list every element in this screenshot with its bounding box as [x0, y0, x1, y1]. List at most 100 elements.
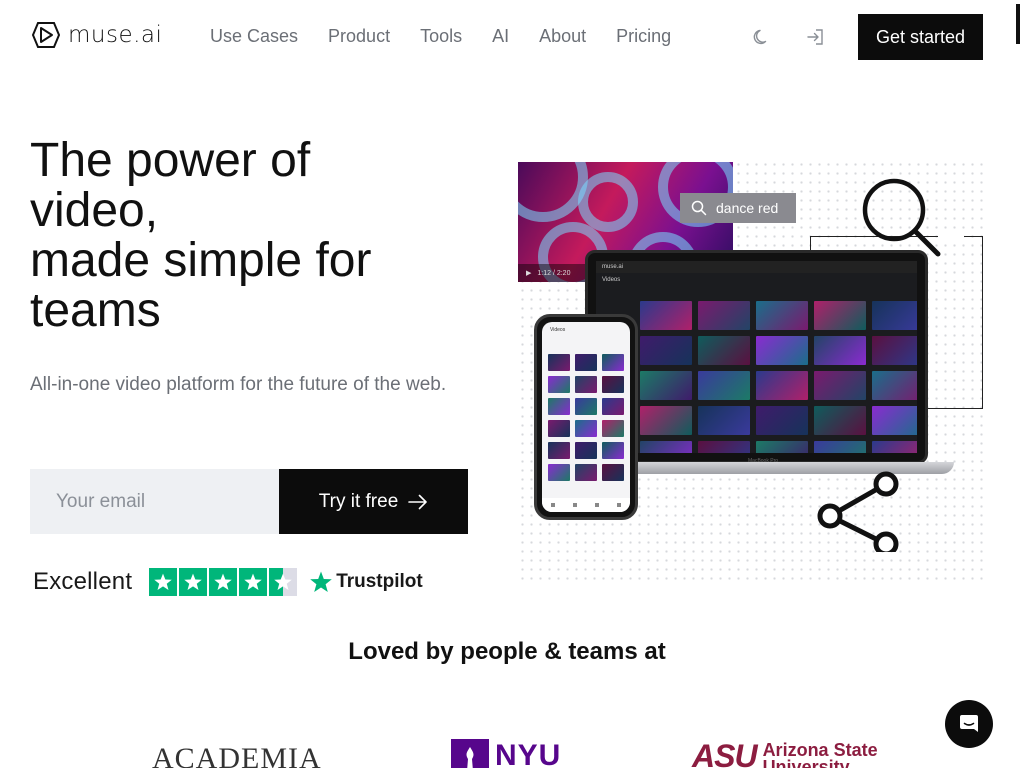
- customer-logos: ACADEMIA NYU ASU Arizona State Universit…: [0, 738, 1024, 768]
- asu-wordmark: Arizona State University: [762, 741, 878, 768]
- video-thumbnail: [548, 376, 570, 393]
- sign-in-icon[interactable]: [805, 26, 825, 48]
- video-thumbnail: [814, 406, 866, 435]
- video-thumbnail: [756, 301, 808, 330]
- search-pill: dance red: [680, 193, 796, 223]
- video-thumbnail: [575, 420, 597, 437]
- video-thumbnail: [602, 442, 624, 459]
- academia-logo: ACADEMIA: [152, 742, 322, 768]
- hero-title-line: made simple for: [30, 234, 372, 287]
- video-thumbnail: [575, 442, 597, 459]
- video-thumbnail: [872, 301, 917, 330]
- try-it-free-button[interactable]: Try it free: [279, 469, 468, 534]
- laptop-app-header: muse.ai: [596, 261, 917, 273]
- video-thumbnail: [575, 398, 597, 415]
- video-thumbnail: [575, 464, 597, 481]
- video-thumbnail: [602, 376, 624, 393]
- video-thumbnail: [640, 301, 692, 330]
- video-thumbnail: [698, 301, 750, 330]
- chat-button[interactable]: [945, 700, 993, 748]
- video-thumbnail: [698, 336, 750, 365]
- video-thumbnail: [575, 354, 597, 371]
- video-thumbnail: [756, 336, 808, 365]
- video-thumbnail: [548, 398, 570, 415]
- video-thumbnail: [872, 406, 917, 435]
- search-query: dance red: [716, 200, 779, 216]
- nav-item-about[interactable]: About: [539, 25, 586, 47]
- laptop-section-label: Videos: [602, 277, 621, 283]
- phone-video-grid: [548, 354, 624, 481]
- play-hexagon-icon: [31, 22, 60, 48]
- customers-heading: Loved by people & teams at: [348, 638, 666, 665]
- scroll-edge: [1016, 4, 1020, 44]
- play-icon: ▶: [526, 270, 532, 277]
- asu-mark: ASU: [692, 738, 758, 768]
- video-thumbnail: [872, 336, 917, 365]
- moon-icon[interactable]: [752, 26, 772, 48]
- hero-title-line: teams: [30, 284, 161, 337]
- hero-subtitle: All-in-one video platform for the future…: [30, 374, 447, 395]
- video-thumbnail: [575, 376, 597, 393]
- laptop-video-grid: [640, 301, 917, 453]
- trustpilot-star-icon: [179, 568, 208, 596]
- top-navigation: muse.ai Use Cases Product Tools AI About…: [0, 0, 1024, 74]
- laptop-app-name: muse.ai: [602, 264, 624, 270]
- hero-title-line: video,: [30, 184, 159, 237]
- trustpilot-star-icon: [239, 568, 268, 596]
- video-thumbnail: [548, 354, 570, 371]
- video-thumbnail: [814, 371, 866, 400]
- brand-logo[interactable]: muse.ai: [30, 20, 162, 50]
- nyu-logo: NYU: [451, 739, 561, 768]
- phone-section-label: Videos: [550, 327, 566, 333]
- phone-tab-bar: [542, 498, 630, 512]
- asu-logo: ASU Arizona State University: [692, 738, 878, 768]
- nyu-torch-icon: [451, 739, 489, 768]
- video-thumbnail: [756, 441, 808, 453]
- trustpilot-stars: [149, 568, 298, 596]
- trustpilot-brand: Trustpilot: [336, 571, 423, 592]
- video-thumbnail: [872, 441, 917, 453]
- phone-app: Videos: [542, 322, 630, 512]
- arrow-right-icon: [408, 494, 428, 509]
- nav-item-pricing[interactable]: Pricing: [616, 25, 671, 47]
- nav-item-product[interactable]: Product: [328, 25, 390, 47]
- email-field[interactable]: [30, 469, 279, 534]
- video-thumbnail: [602, 464, 624, 481]
- trustpilot-star-icon: [310, 571, 332, 592]
- video-thumbnail: [698, 441, 750, 453]
- laptop-label: MacBook Pro: [748, 458, 779, 464]
- video-thumbnail: [602, 398, 624, 415]
- get-started-button[interactable]: Get started: [858, 14, 983, 60]
- video-thumbnail: [602, 420, 624, 437]
- nav-item-use-cases[interactable]: Use Cases: [210, 25, 298, 47]
- asu-line: University: [762, 757, 850, 768]
- video-thumbnail: [548, 464, 570, 481]
- trustpilot-rating-word: Excellent: [33, 568, 133, 595]
- nyu-wordmark: NYU: [495, 739, 562, 768]
- brand-name: muse.ai: [68, 22, 163, 48]
- video-thumbnail: [814, 441, 866, 453]
- video-thumbnail: [756, 406, 808, 435]
- video-thumbnail: [640, 371, 692, 400]
- video-thumbnail: [640, 336, 692, 365]
- trustpilot-star-icon: [269, 568, 298, 596]
- search-icon: [691, 200, 707, 216]
- video-thumbnail: [756, 371, 808, 400]
- hero-title-line: The power of: [30, 134, 311, 187]
- video-thumbnail: [698, 406, 750, 435]
- trustpilot-star-icon: [149, 568, 178, 596]
- trustpilot-logo: Trustpilot: [309, 570, 423, 594]
- nav-item-tools[interactable]: Tools: [420, 25, 462, 47]
- video-thumbnail: [640, 441, 692, 453]
- laptop-app: muse.ai Videos: [596, 261, 917, 453]
- video-thumbnail: [640, 406, 692, 435]
- hero-illustration: ▶ 1:12 / 2:20 dance red muse.ai Videos M…: [518, 160, 984, 580]
- trustpilot-widget[interactable]: Excellent Trustpilot: [33, 566, 423, 598]
- visual-ring: [518, 162, 588, 222]
- nav-item-ai[interactable]: AI: [492, 25, 509, 47]
- video-time: 1:12 / 2:20: [537, 269, 571, 277]
- video-thumbnail: [872, 371, 917, 400]
- phone-mockup: Videos: [534, 314, 638, 520]
- video-thumbnail: [548, 420, 570, 437]
- share-icon: [817, 471, 899, 552]
